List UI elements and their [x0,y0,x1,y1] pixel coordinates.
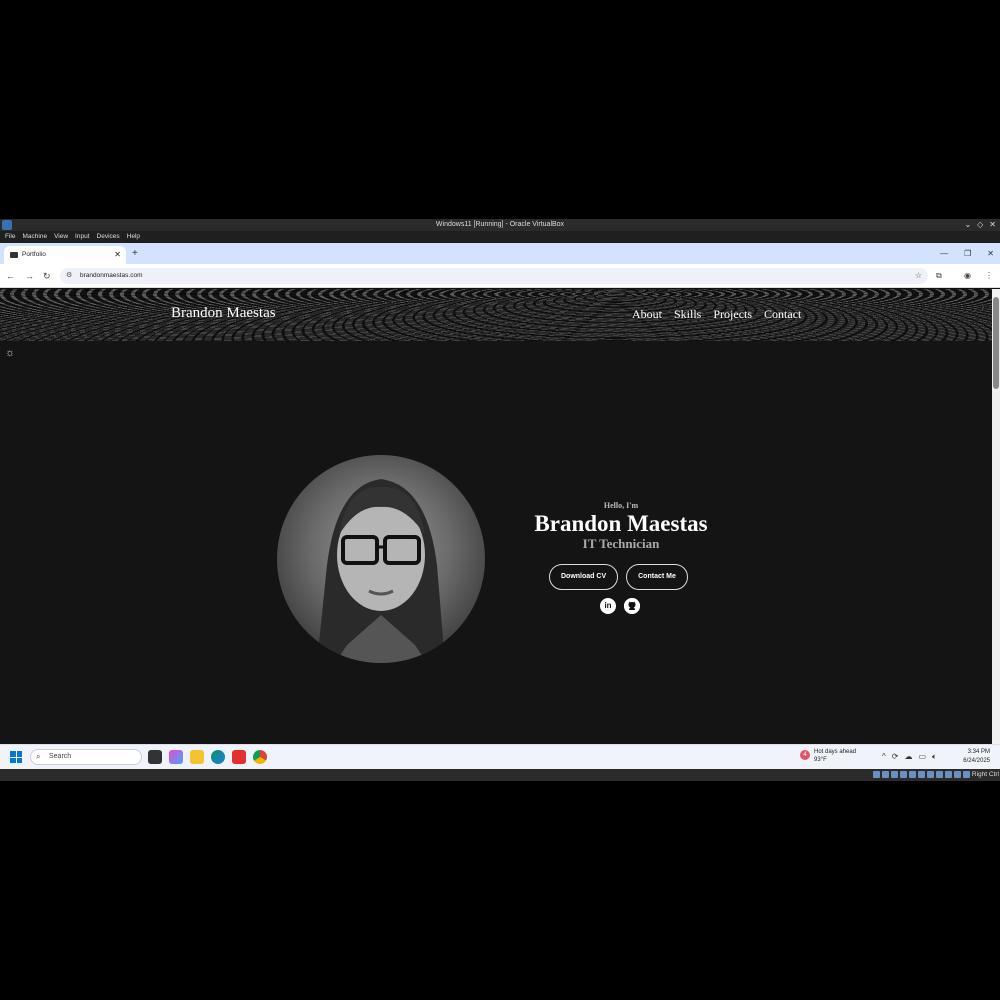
scrollbar-thumb[interactable] [993,297,999,389]
cast-icon[interactable]: ⧉ [936,269,942,283]
store-icon[interactable] [232,750,246,764]
vm-screen: Windows11 [Running] - Oracle VirtualBox … [0,219,1000,781]
menu-file[interactable]: File [5,231,15,243]
display-icon[interactable] [927,771,934,778]
virtualbox-menu-bar: File Machine View Input Devices Help [0,231,1000,243]
site-nav: About Skills Projects Contact [632,307,801,322]
header-banner: Brandon Maestas About Skills Projects Co… [0,289,992,341]
cloud-icon[interactable]: ☁ [904,751,912,763]
more-menu-icon[interactable]: ⋮ [985,269,993,283]
weather-temp: 93°F [814,757,827,763]
site-brand[interactable]: Brandon Maestas [171,305,276,322]
weather-badge: 4 [800,750,810,760]
reload-icon[interactable]: ↻ [43,269,51,283]
search-icon: ⌕ [36,752,41,761]
tab-portfolio[interactable]: Portfolio ✕ [4,246,126,264]
cpu-icon[interactable] [945,771,952,778]
new-tab-icon[interactable]: + [132,246,138,262]
menu-machine[interactable]: Machine [22,231,47,243]
clock-time: 3:34 PM [967,749,990,755]
web-page: Brandon Maestas About Skills Projects Co… [0,289,992,744]
social-links: in [600,598,640,614]
linkedin-icon[interactable]: in [600,598,616,614]
keyboard-icon[interactable] [963,771,970,778]
browser-close-icon[interactable]: ✕ [987,246,994,262]
profile-photo [277,455,485,663]
virtualbox-status-bar: Right Ctrl [0,769,1000,781]
nav-about[interactable]: About [632,307,662,322]
clock-date: 6/24/2025 [963,758,990,764]
usb-icon[interactable] [909,771,916,778]
profile-icon[interactable]: ◉ [964,269,971,283]
taskbar-search-placeholder: Search [49,753,72,760]
virtualbox-logo-icon [2,220,12,230]
briefcase-icon [10,252,18,258]
shared-folder-icon[interactable] [918,771,925,778]
browser-tab-bar: Portfolio ✕ + — ❐ ✕ [0,243,1000,264]
hero-buttons: Download CV Contact Me [549,564,688,590]
virtualbox-title-bar: Windows11 [Running] - Oracle VirtualBox … [0,219,1000,231]
url-text: brandonmaestas.com [80,272,143,279]
system-tray: ^ ⟳ ☁ ▭ 🔈︎ [882,751,937,763]
windows-taskbar: ⌕ Search 4 Hot days ahead 93°F ^ ⟳ ☁ ▭ 🔈… [0,744,1000,769]
address-bar[interactable]: ⚙ brandonmaestas.com ☆ [60,268,928,284]
restore-window-icon[interactable]: ◇ [977,219,983,231]
clock[interactable]: 3:34 PM 6/24/2025 [963,748,990,766]
weather-widget[interactable]: 4 Hot days ahead 93°F [800,748,856,764]
window-title: Windows11 [Running] - Oracle VirtualBox [435,221,565,228]
sync-icon[interactable]: ⟳ [892,751,899,763]
optical-icon[interactable] [882,771,889,778]
download-cv-button[interactable]: Download CV [549,564,619,590]
menu-input[interactable]: Input [75,231,89,243]
browser-restore-icon[interactable]: ❐ [964,246,971,262]
browser-minimize-icon[interactable]: — [940,246,948,262]
nav-contact[interactable]: Contact [764,307,801,322]
nav-projects[interactable]: Projects [713,307,752,322]
tab-title: Portfolio [22,251,46,258]
back-icon[interactable]: ← [6,269,15,283]
host-key-label: Right Ctrl [971,771,999,778]
hero-name: Brandon Maestas [534,511,708,536]
github-icon[interactable] [624,598,640,614]
windows-start-icon[interactable] [10,751,22,763]
volume-icon[interactable]: 🔈︎ [932,751,937,763]
greeting-text: Hello, I'm [603,501,639,510]
storage-icon[interactable] [873,771,880,778]
menu-help[interactable]: Help [127,231,140,243]
audio-icon[interactable] [891,771,898,778]
close-tab-icon[interactable]: ✕ [114,246,121,264]
network-icon[interactable]: ▭ [918,751,926,763]
close-window-icon[interactable]: ✕ [989,219,996,231]
forward-icon[interactable]: → [25,269,34,283]
taskbar-search[interactable]: ⌕ Search [30,749,142,765]
sun-icon[interactable]: ☼ [5,347,17,359]
nav-skills[interactable]: Skills [674,307,701,322]
copilot-icon[interactable] [169,750,183,764]
site-info-icon[interactable]: ⚙ [66,268,72,284]
bookmark-star-icon[interactable]: ☆ [915,268,922,284]
chrome-icon[interactable] [253,750,267,764]
file-explorer-icon[interactable] [190,750,204,764]
browser-toolbar: ← → ↻ ⚙ brandonmaestas.com ☆ ⧉ ◉ ⋮ [0,264,1000,288]
mouse-integration-icon[interactable] [954,771,961,778]
hero-role: IT Technician [582,536,660,551]
network-status-icon[interactable] [900,771,907,778]
contact-me-button[interactable]: Contact Me [626,564,688,590]
task-view-icon[interactable] [148,750,162,764]
menu-view[interactable]: View [54,231,68,243]
weather-headline: Hot days ahead [814,749,857,755]
chevron-up-icon[interactable]: ^ [882,751,886,763]
menu-devices[interactable]: Devices [97,231,120,243]
taskbar-apps [148,750,267,764]
recording-icon[interactable] [936,771,943,778]
minimize-window-icon[interactable]: ⌄ [964,219,971,231]
page-scrollbar[interactable] [992,289,1000,744]
hero-intro: Hello, I'm Brandon Maestas IT Technician [521,501,721,551]
edge-icon[interactable] [211,750,225,764]
